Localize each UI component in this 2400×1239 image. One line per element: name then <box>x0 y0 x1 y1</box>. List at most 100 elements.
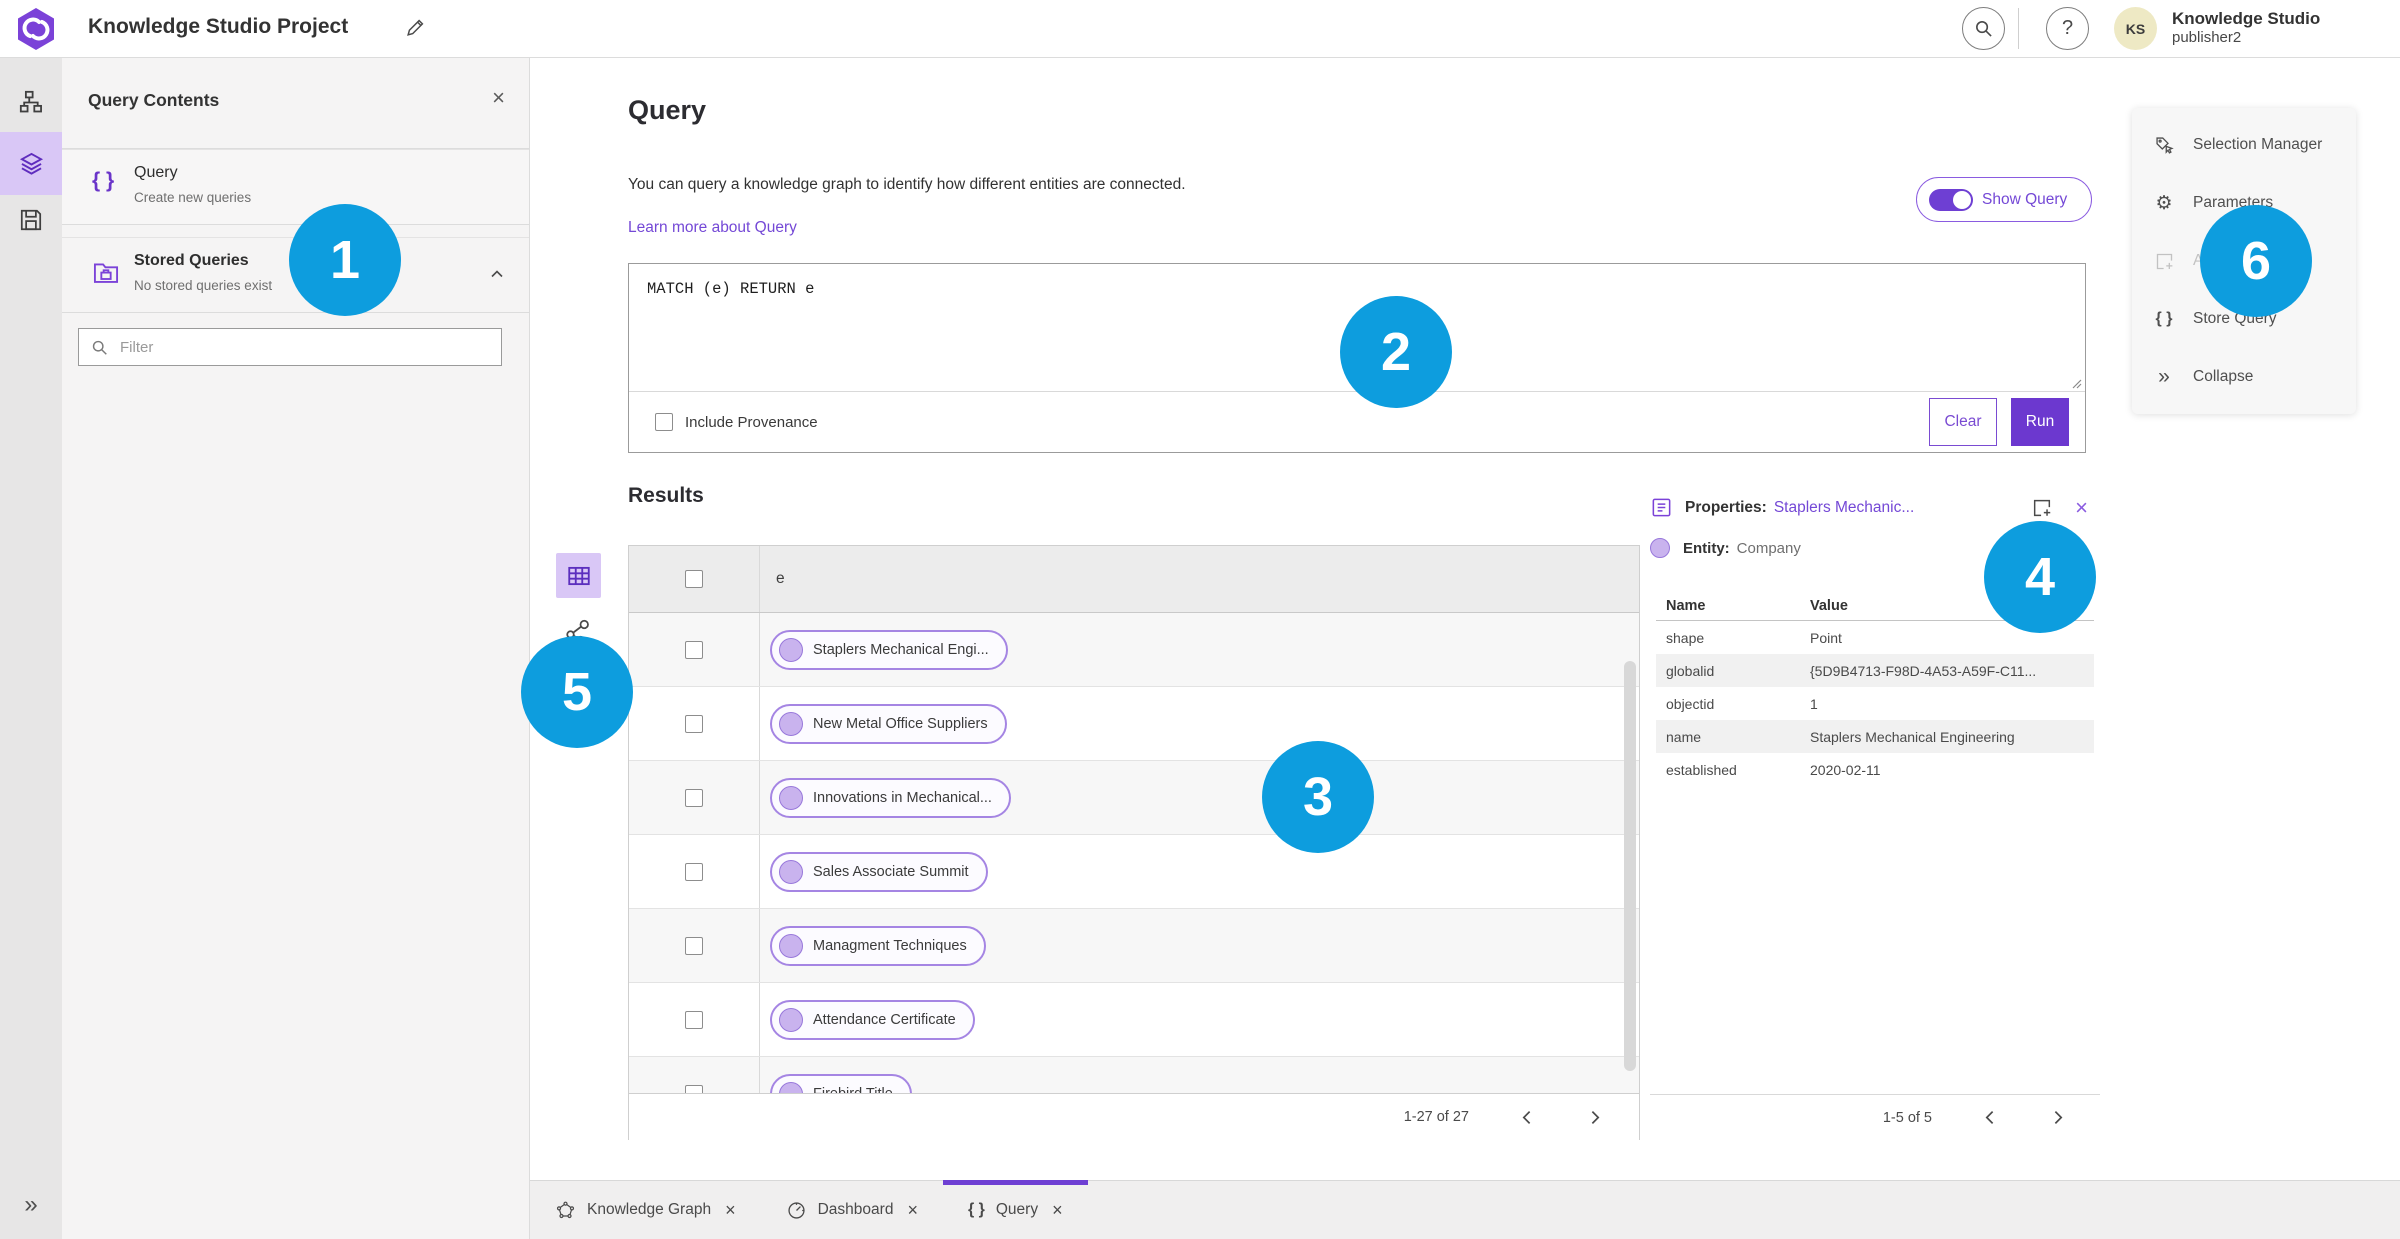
layers-icon[interactable] <box>0 150 62 177</box>
question-icon: ? <box>2061 17 2074 39</box>
select-all-checkbox[interactable] <box>685 570 703 588</box>
name-column-header: Name <box>1666 598 1706 614</box>
tab-query[interactable]: { } Query × <box>942 1180 1088 1239</box>
entity-chip[interactable]: New Metal Office Suppliers <box>770 703 1007 744</box>
close-tab-icon[interactable]: × <box>1052 1200 1063 1221</box>
properties-page-count: 1-5 of 5 <box>1882 1109 1932 1126</box>
row-checkbox[interactable] <box>685 1084 703 1093</box>
property-row: name Staplers Mechanical Engineering <box>1656 720 2094 753</box>
scrollbar-thumb[interactable] <box>1624 661 1636 1071</box>
collapse-item[interactable]: » Collapse <box>2132 349 2356 405</box>
knowledge-studio-app: Knowledge Studio Project ? KS Knowledge … <box>0 0 2400 1239</box>
user-org: Knowledge Studio <box>2172 9 2321 28</box>
previous-page-icon[interactable] <box>1519 1109 1536 1126</box>
app-logo-icon[interactable] <box>16 7 56 51</box>
tab-label: Query <box>995 1201 1039 1218</box>
entity-dot-icon <box>1650 538 1670 558</box>
entity-chip[interactable]: Attendance Certificate <box>770 999 975 1040</box>
show-query-toggle[interactable]: Show Query <box>1916 177 2092 222</box>
results-pagination: 1-27 of 27 <box>629 1093 1639 1140</box>
properties-header: Properties: Staplers Mechanic... × <box>1650 496 2100 519</box>
entity-chip[interactable]: Innovations in Mechanical... <box>770 777 1011 818</box>
top-bar: Knowledge Studio Project ? KS Knowledge … <box>0 0 2400 58</box>
properties-entity-link[interactable]: Staplers Mechanic... <box>1774 499 1914 517</box>
run-button[interactable]: Run <box>2011 398 2069 446</box>
close-tab-icon[interactable]: × <box>907 1200 918 1221</box>
entity-chip[interactable]: Sales Associate Summit <box>770 851 988 892</box>
callout-6: 6 <box>2200 205 2312 317</box>
project-title: Knowledge Studio Project <box>88 15 349 38</box>
callout-2: 2 <box>1340 296 1452 408</box>
filter-input[interactable] <box>118 337 501 357</box>
query-item-desc: Create new queries <box>134 190 252 205</box>
tab-knowledge-graph[interactable]: Knowledge Graph × <box>530 1181 761 1239</box>
tab-dashboard[interactable]: Dashboard × <box>761 1181 943 1239</box>
row-checkbox[interactable] <box>685 640 703 659</box>
next-page-icon[interactable] <box>2049 1109 2066 1126</box>
help-button[interactable]: ? <box>2046 7 2089 50</box>
entity-chip[interactable]: Managment Techniques <box>770 925 986 966</box>
include-provenance-checkbox[interactable] <box>655 413 673 431</box>
topbar-divider <box>2018 8 2019 49</box>
clear-button[interactable]: Clear <box>1929 398 1997 446</box>
contents-item-query[interactable]: { } Query Create new queries <box>62 149 529 225</box>
properties-title: Properties: <box>1685 498 1767 516</box>
row-checkbox[interactable] <box>685 936 703 955</box>
entity-dot-icon <box>779 1081 803 1093</box>
entity-dot-icon <box>779 1007 803 1032</box>
row-checkbox[interactable] <box>685 1010 703 1029</box>
add-to-new-icon[interactable] <box>2031 497 2053 519</box>
row-checkbox[interactable] <box>685 862 703 881</box>
show-query-label: Show Query <box>1982 190 2068 208</box>
callout-5: 5 <box>521 636 633 748</box>
selection-manager-icon <box>2152 135 2176 156</box>
user-menu[interactable]: Knowledge Studio publisher2 <box>2172 8 2320 48</box>
table-row: Attendance Certificate <box>629 983 1639 1057</box>
edit-title-icon[interactable] <box>404 17 426 39</box>
table-icon <box>567 566 590 585</box>
contents-header: Query Contents × <box>62 57 529 149</box>
search-button[interactable] <box>1962 7 2005 50</box>
data-model-icon[interactable] <box>0 89 62 116</box>
gear-icon: ⚙ <box>2155 192 2173 214</box>
braces-icon: { } <box>2155 310 2173 327</box>
expand-rail-icon[interactable]: » <box>0 1191 62 1219</box>
property-row: objectid 1 <box>1666 695 1818 712</box>
knowledge-graph-icon <box>556 1201 575 1218</box>
entity-label: Entity: <box>1683 539 1730 557</box>
row-checkbox[interactable] <box>685 788 703 807</box>
chevron-up-icon[interactable] <box>489 266 505 282</box>
toggle-knob <box>1953 190 1971 209</box>
callout-1: 1 <box>289 204 401 316</box>
properties-icon <box>1652 498 1671 517</box>
user-avatar[interactable]: KS <box>2114 7 2157 50</box>
toggle-switch-on[interactable] <box>1929 188 1973 211</box>
entity-chip[interactable]: Firebird Title <box>770 1073 912 1093</box>
close-tab-icon[interactable]: × <box>725 1200 736 1221</box>
entity-value: Company <box>1736 539 1801 557</box>
avatar-initials: KS <box>2125 20 2146 37</box>
active-tab-indicator <box>942 1180 1088 1185</box>
close-properties-icon[interactable]: × <box>2075 496 2088 519</box>
selection-manager-item[interactable]: Selection Manager <box>2132 117 2356 173</box>
table-view-button[interactable] <box>556 553 601 598</box>
entity-chip[interactable]: Staplers Mechanical Engi... <box>770 629 1008 670</box>
entity-dot-icon <box>779 933 803 958</box>
resize-handle-icon[interactable] <box>2072 379 2082 389</box>
header-checkbox-cell <box>629 546 760 612</box>
editor-footer: Include Provenance Clear Run <box>629 391 2085 452</box>
results-table: e Staplers Mechanical Engi... New Metal … <box>628 545 1640 1140</box>
close-contents-icon[interactable]: × <box>492 87 505 109</box>
learn-more-link[interactable]: Learn more about Query <box>628 219 797 237</box>
save-icon[interactable] <box>0 207 62 233</box>
results-title: Results <box>628 484 704 507</box>
row-checkbox[interactable] <box>685 714 703 733</box>
bottom-tab-bar: Knowledge Graph × Dashboard × { } Query … <box>530 1180 2400 1239</box>
contents-title: Query Contents <box>88 90 220 110</box>
next-page-icon[interactable] <box>1586 1109 1603 1126</box>
previous-page-icon[interactable] <box>1982 1109 1999 1126</box>
entity-dot-icon <box>779 637 803 662</box>
page-title: Query <box>628 95 707 125</box>
stored-queries-label: Stored Queries <box>134 252 249 269</box>
results-table-header: e <box>629 546 1639 613</box>
